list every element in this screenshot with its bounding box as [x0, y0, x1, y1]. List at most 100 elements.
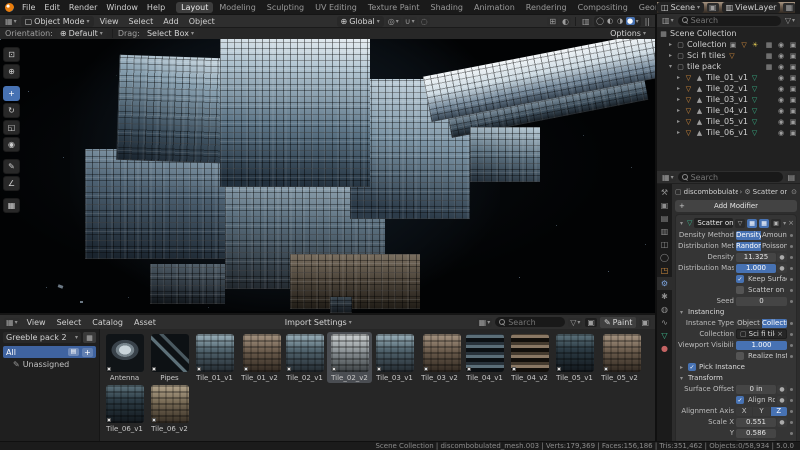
- realize-instances-checkbox[interactable]: [736, 352, 744, 360]
- render-visibility-icon[interactable]: ▣: [788, 129, 798, 137]
- animate-dot[interactable]: [789, 333, 794, 336]
- shading-rendered-button[interactable]: ●: [625, 17, 635, 25]
- asset-item[interactable]: Antenna: [102, 332, 147, 383]
- view-layer-selector[interactable]: ▥ ViewLayer: [721, 1, 781, 13]
- exclude-checkbox[interactable]: ▦: [764, 52, 774, 60]
- asset-thumbnail[interactable]: [105, 385, 144, 423]
- asset-item[interactable]: Tile_03_v2: [417, 332, 462, 383]
- add-modifier-button[interactable]: + Add Modifier: [675, 200, 797, 212]
- tab-physics[interactable]: ◍: [657, 303, 672, 316]
- tab-shading[interactable]: Shading: [425, 2, 468, 13]
- snap-button[interactable]: ∪ ▾: [402, 16, 417, 26]
- tab-particles[interactable]: ✱: [657, 290, 672, 303]
- collapse-icon[interactable]: ▾: [667, 63, 674, 70]
- cursor-tool[interactable]: ⊕: [3, 64, 20, 79]
- shading-solid-button[interactable]: ◐: [606, 17, 615, 25]
- scatter-on-instances-checkbox[interactable]: [736, 286, 744, 294]
- asset-thumbnail[interactable]: [150, 385, 189, 423]
- display-mode-button[interactable]: ▦ ▾: [476, 317, 493, 327]
- library-refresh-button[interactable]: ▦: [83, 332, 96, 343]
- expand-icon[interactable]: ▸: [675, 85, 682, 92]
- distribution-mask-slider[interactable]: 1.000: [736, 263, 776, 273]
- tab-texture-paint[interactable]: Texture Paint: [363, 2, 425, 13]
- option-amount[interactable]: Amount: [762, 230, 787, 240]
- keyframe-icon[interactable]: ●: [777, 252, 787, 262]
- expand-icon[interactable]: ▸: [675, 107, 682, 114]
- hide-eye-icon[interactable]: ◉: [776, 52, 786, 60]
- animate-dot[interactable]: [789, 234, 794, 237]
- tab-modeling[interactable]: Modeling: [214, 2, 260, 13]
- collapse-icon[interactable]: ▾: [678, 309, 685, 316]
- catalog-all[interactable]: All ▤ +: [3, 346, 96, 358]
- keep-surface-checkbox[interactable]: ✓: [736, 275, 744, 283]
- asset-thumbnail[interactable]: [195, 334, 234, 372]
- pick-instance-section-header[interactable]: ▸ ✓ Pick Instance: [678, 362, 794, 372]
- option-density[interactable]: Density: [736, 230, 761, 240]
- animate-dot[interactable]: [789, 322, 794, 325]
- instancing-section-header[interactable]: ▾ Instancing: [678, 307, 794, 317]
- pick-instance-checkbox[interactable]: ✓: [688, 363, 696, 371]
- import-settings-dropdown[interactable]: Import Settings ▾: [281, 317, 356, 328]
- modifier-funnel-toggle[interactable]: ▽: [735, 218, 746, 228]
- shading-wireframe-button[interactable]: ◯: [596, 17, 605, 25]
- viewport-visibility-slider[interactable]: 1.000: [736, 340, 787, 350]
- render-visibility-icon[interactable]: ▣: [788, 85, 798, 93]
- outliner-row-tile-pack[interactable]: ▾ ▢ tile pack ▦ ◉ ▣: [659, 61, 798, 72]
- animate-dot[interactable]: [789, 388, 794, 391]
- scale-x-field[interactable]: 0.551: [736, 417, 776, 427]
- align-rotation-checkbox[interactable]: ✓: [736, 396, 744, 404]
- modifier-realtime-toggle[interactable]: ▦: [759, 218, 770, 228]
- chevron-down-icon[interactable]: ▾: [783, 220, 786, 227]
- asset-item[interactable]: Tile_06_v2: [147, 383, 192, 434]
- new-view-layer-button[interactable]: ▦: [783, 2, 795, 12]
- render-visibility-icon[interactable]: ▣: [788, 63, 798, 71]
- exclude-checkbox[interactable]: ▦: [764, 41, 774, 49]
- keyframe-icon[interactable]: ●: [777, 417, 787, 427]
- asset-item[interactable]: Tile_04_v1: [462, 332, 507, 383]
- tab-object-data[interactable]: ▽: [657, 329, 672, 342]
- option-random[interactable]: Random: [736, 241, 761, 251]
- menu-select[interactable]: Select: [125, 17, 158, 26]
- properties-search-input[interactable]: [690, 172, 780, 182]
- close-icon[interactable]: ×: [777, 330, 783, 338]
- animate-dot[interactable]: [789, 399, 794, 402]
- tab-layout[interactable]: Layout: [176, 1, 214, 13]
- asset-thumbnail[interactable]: [603, 334, 641, 372]
- animate-dot[interactable]: [789, 289, 794, 292]
- editor-type-button[interactable]: ▦ ▾: [660, 172, 676, 182]
- blender-logo-icon[interactable]: [5, 2, 14, 12]
- outliner-row-tile[interactable]: ▸ ▽ ▲ Tile_02_v1 ▽ ◉ ▣: [659, 83, 798, 94]
- menu-help[interactable]: Help: [143, 3, 169, 12]
- asset-search[interactable]: [495, 317, 566, 327]
- tab-output[interactable]: ▤: [657, 212, 672, 225]
- outliner-row-sci-fi-tiles[interactable]: ▸ ▢ Sci fi tiles ▽ ▦ ◉ ▣: [659, 50, 798, 61]
- asset-thumbnail[interactable]: [330, 334, 369, 372]
- render-visibility-icon[interactable]: ▣: [788, 74, 798, 82]
- outliner-row-tile[interactable]: ▸ ▽ ▲ Tile_01_v1 ▽ ◉ ▣: [659, 72, 798, 83]
- expand-icon[interactable]: ▸: [675, 74, 682, 81]
- transform-section-header[interactable]: ▾ Transform: [678, 373, 794, 383]
- option-z[interactable]: Z: [770, 406, 787, 416]
- outliner-search[interactable]: [677, 15, 781, 26]
- move-tool[interactable]: +: [3, 86, 20, 101]
- asset-item[interactable]: Tile_02_v1: [282, 332, 327, 383]
- mode-dropdown[interactable]: ▢ Object Mode ▾: [20, 15, 94, 27]
- render-visibility-icon[interactable]: ▣: [788, 96, 798, 104]
- add-cube-tool[interactable]: ▦: [3, 198, 20, 213]
- keyframe-icon[interactable]: ●: [777, 395, 787, 405]
- hide-eye-icon[interactable]: ◉: [776, 107, 786, 115]
- outliner-search-input[interactable]: [690, 16, 777, 25]
- collapse-icon[interactable]: ▾: [678, 375, 685, 382]
- surface-offset-field[interactable]: 0 in: [736, 384, 776, 394]
- keyframe-icon[interactable]: ●: [777, 384, 787, 394]
- render-visibility-icon[interactable]: ▣: [788, 41, 798, 49]
- outliner-row-scene-collection[interactable]: ▦ Scene Collection: [659, 28, 798, 39]
- modifier-name-field[interactable]: Scatter on Su...: [694, 218, 734, 228]
- expand-icon[interactable]: ▸: [675, 118, 682, 125]
- hide-eye-icon[interactable]: ◉: [776, 85, 786, 93]
- scene-selector[interactable]: ◫ Scene ▾: [657, 1, 705, 13]
- asset-thumbnail[interactable]: [105, 334, 144, 372]
- tab-geometry-nodes[interactable]: Geometry Nodes: [634, 2, 656, 13]
- catalog-unassigned[interactable]: ✎ Unassigned: [3, 358, 96, 370]
- render-visibility-icon[interactable]: ▣: [788, 52, 798, 60]
